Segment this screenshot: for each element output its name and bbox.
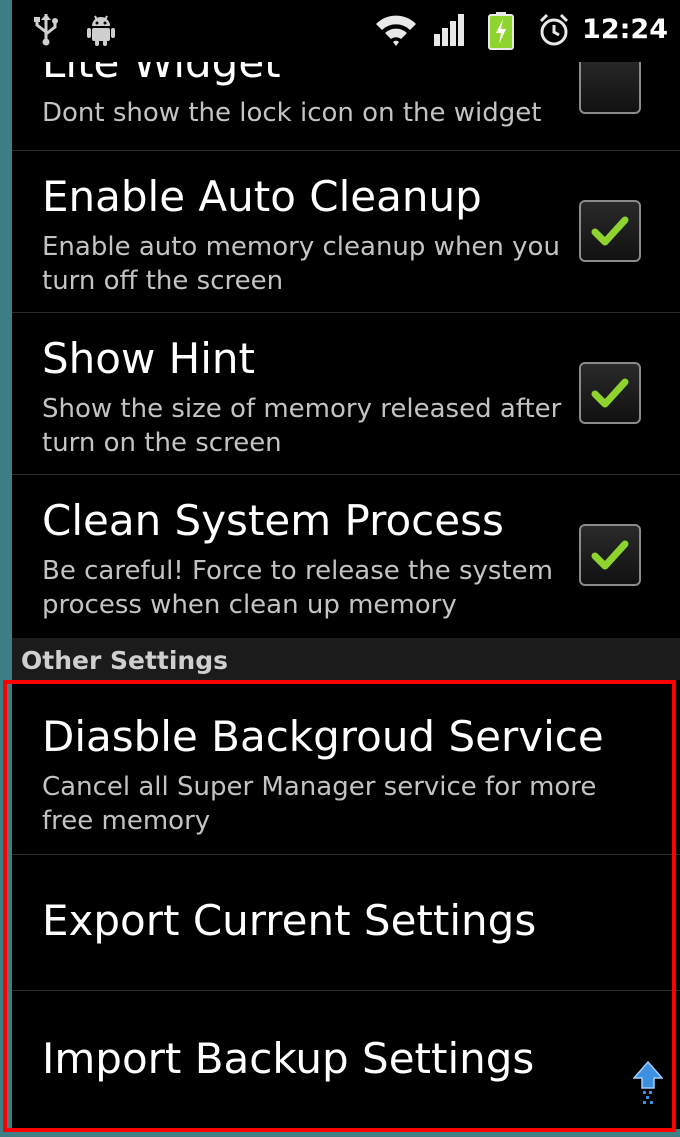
setting-summary: Cancel all Super Manager service for mor… xyxy=(42,772,597,836)
setting-summary: Show the size of memory released after t… xyxy=(42,394,562,458)
setting-title: Clean System Process xyxy=(42,496,504,545)
setting-row-auto-cleanup[interactable]: Enable Auto Cleanup Enable auto memory c… xyxy=(12,150,680,313)
section-header-other-settings: Other Settings xyxy=(12,638,680,680)
status-time: 12:24 xyxy=(582,14,668,45)
setting-row-import-settings[interactable]: Import Backup Settings xyxy=(12,990,680,1129)
android-debug-icon xyxy=(87,15,115,46)
setting-title: Import Backup Settings xyxy=(42,1034,535,1083)
checkmark-icon xyxy=(591,216,629,246)
scroll-up-arrow-icon[interactable] xyxy=(633,1060,663,1106)
signal-icon xyxy=(434,14,464,46)
status-bar: 12:24 xyxy=(12,0,680,62)
alarm-icon xyxy=(539,13,569,46)
checkmark-icon xyxy=(591,378,629,408)
setting-row-export-settings[interactable]: Export Current Settings xyxy=(12,854,680,991)
setting-row-show-hint[interactable]: Show Hint Show the size of memory releas… xyxy=(12,312,680,475)
setting-title: Export Current Settings xyxy=(42,896,537,945)
screen: Lite Widget Dont show the lock icon on t… xyxy=(12,0,680,1129)
setting-summary: Enable auto memory cleanup when you turn… xyxy=(42,232,560,296)
setting-title: Diasble Backgroud Service xyxy=(42,712,604,761)
setting-row-disable-background-service[interactable]: Diasble Backgroud Service Cancel all Sup… xyxy=(12,680,680,855)
setting-row-clean-system-process[interactable]: Clean System Process Be careful! Force t… xyxy=(12,474,680,638)
checkbox-checked[interactable] xyxy=(579,362,641,424)
checkbox-checked[interactable] xyxy=(579,524,641,586)
section-header-label: Other Settings xyxy=(21,646,228,675)
battery-charging-icon xyxy=(488,12,514,50)
setting-summary: Be careful! Force to release the system … xyxy=(42,556,553,620)
checkmark-icon xyxy=(591,540,629,570)
usb-icon xyxy=(34,14,58,46)
wifi-icon xyxy=(376,15,416,46)
setting-summary: Dont show the lock icon on the widget xyxy=(42,98,542,128)
checkbox-checked[interactable] xyxy=(579,200,641,262)
setting-title: Show Hint xyxy=(42,334,256,383)
setting-title: Enable Auto Cleanup xyxy=(42,172,482,221)
